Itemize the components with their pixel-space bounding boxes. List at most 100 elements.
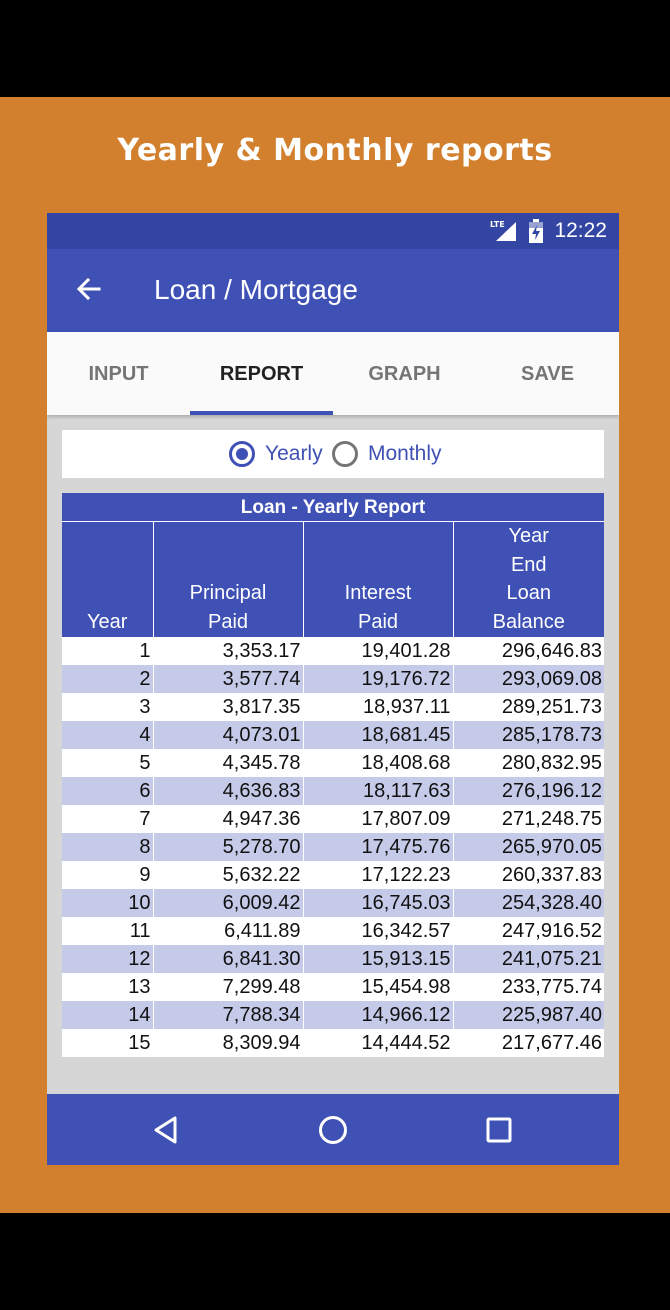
table-row: 8 5,278.70 17,475.76 265,970.05 [62,833,604,861]
table-cell: 276,196.12 [453,777,604,805]
table-cell: 13 [62,973,154,1001]
square-recents-icon[interactable] [483,1114,515,1146]
app-title: Loan / Mortgage [154,274,358,305]
table-cell: 17,122.23 [303,861,454,889]
table-row: 12 6,841.30 15,913.15 241,075.21 [62,945,604,973]
column-header-line: Interest [344,582,412,604]
column-header-line: Paid [207,610,249,633]
column-header: Principal Paid [153,522,304,637]
table-body: 1 3,353.17 19,401.28 296,646.83 2 3,577.74 19,… [62,637,604,1057]
table-cell: 17,475.76 [303,833,454,861]
table-cell: 2 [62,665,154,693]
table-cell: 6 [62,777,154,805]
table-cell: 6,009.42 [153,889,304,917]
table-cell: 15 [62,1029,154,1057]
table-cell: 265,970.05 [453,833,604,861]
radio-checked-icon[interactable] [229,441,255,467]
table-cell: 7 [62,805,154,833]
column-header: Year End Loan Balance [453,522,604,637]
table-cell: 7,788.34 [153,1001,304,1029]
report-period-selector: Yearly Monthly [62,430,604,478]
table-cell: 14 [62,1001,154,1029]
table-cell: 260,337.83 [453,861,604,889]
table-cell: 6,411.89 [153,917,304,945]
system-nav-bar [47,1094,619,1165]
table-row: 10 6,009.42 16,745.03 254,328.40 [62,889,604,917]
table-cell: 254,328.40 [453,889,604,917]
table-cell: 5,278.70 [153,833,304,861]
table-row: 6 4,636.83 18,117.63 276,196.12 [62,777,604,805]
phone-screen: LTE 12:22 Loan / Mortgage INPUT REPORT G… [47,213,619,1165]
table-cell: 17,807.09 [303,805,454,833]
lte-signal-icon: LTE [490,220,516,241]
table-row: 9 5,632.22 17,122.23 260,337.83 [62,861,604,889]
table-cell: 5,632.22 [153,861,304,889]
table-cell: 18,937.11 [303,693,454,721]
table-cell: 18,408.68 [303,749,454,777]
radio-yearly[interactable]: Yearly [229,438,323,470]
radio-monthly[interactable]: Monthly [332,438,442,470]
table-cell: 15,454.98 [303,973,454,1001]
column-header-line: Year [87,610,128,633]
table-row: 2 3,577.74 19,176.72 293,069.08 [62,665,604,693]
table-header-row: Year Principal Paid Interest Paid Year End Loan… [62,522,604,637]
table-row: 14 7,788.34 14,966.12 225,987.40 [62,1001,604,1029]
tab-save[interactable]: SAVE [476,332,619,415]
table-cell: 3 [62,693,154,721]
table-cell: 241,075.21 [453,945,604,973]
table-cell: 6,841.30 [153,945,304,973]
table-cell: 3,353.17 [153,637,304,665]
report-grid: Year Principal Paid Interest Paid Year End Loan… [62,522,604,1057]
table-cell: 225,987.40 [453,1001,604,1029]
table-cell: 16,342.57 [303,917,454,945]
column-header-line: Loan [506,582,552,604]
radio-yearly-label: Yearly [265,442,323,465]
column-header-line: Year [508,525,549,547]
table-cell: 5 [62,749,154,777]
table-cell: 11 [62,917,154,945]
column-header-line: End [510,553,547,576]
battery-icon [529,219,543,243]
table-row: 1 3,353.17 19,401.28 296,646.83 [62,637,604,665]
table-cell: 296,646.83 [453,637,604,665]
lte-label: LTE [490,220,505,229]
promo-title: Yearly & Monthly reports [117,133,553,168]
column-header: Interest Paid [303,522,454,637]
tab-report[interactable]: REPORT [190,332,333,415]
arrow-left-icon[interactable] [73,273,105,305]
table-cell: 15,913.15 [303,945,454,973]
column-header: Year [62,522,154,637]
radio-unchecked-icon[interactable] [332,441,358,467]
table-cell: 18,681.45 [303,721,454,749]
table-cell: 280,832.95 [453,749,604,777]
tab-graph[interactable]: GRAPH [333,332,476,415]
table-cell: 4,636.83 [153,777,304,805]
table-cell: 217,677.46 [453,1029,604,1057]
status-bar: LTE 12:22 [47,213,619,249]
report-title: Loan - Yearly Report [62,493,604,522]
table-cell: 4 [62,721,154,749]
table-cell: 3,817.35 [153,693,304,721]
table-row: 5 4,345.78 18,408.68 280,832.95 [62,749,604,777]
app-bar: Loan / Mortgage [47,249,619,332]
radio-monthly-label: Monthly [368,442,442,465]
table-cell: 9 [62,861,154,889]
table-cell: 8 [62,833,154,861]
table-row: 13 7,299.48 15,454.98 233,775.74 [62,973,604,1001]
column-header-line: Balance [492,610,565,633]
table-cell: 271,248.75 [453,805,604,833]
table-cell: 18,117.63 [303,777,454,805]
table-cell: 293,069.08 [453,665,604,693]
yearly-report-table: Loan - Yearly Report Year Principal Paid In… [62,493,604,1077]
table-cell: 19,401.28 [303,637,454,665]
triangle-back-icon[interactable] [150,1114,182,1146]
table-cell: 16,745.03 [303,889,454,917]
table-cell: 7,299.48 [153,973,304,1001]
table-cell: 19,176.72 [303,665,454,693]
table-row: 11 6,411.89 16,342.57 247,916.52 [62,917,604,945]
table-cell: 285,178.73 [453,721,604,749]
tab-input[interactable]: INPUT [47,332,190,415]
table-row: 7 4,947.36 17,807.09 271,248.75 [62,805,604,833]
circle-home-icon[interactable] [317,1114,349,1146]
status-time: 12:22 [554,219,607,242]
